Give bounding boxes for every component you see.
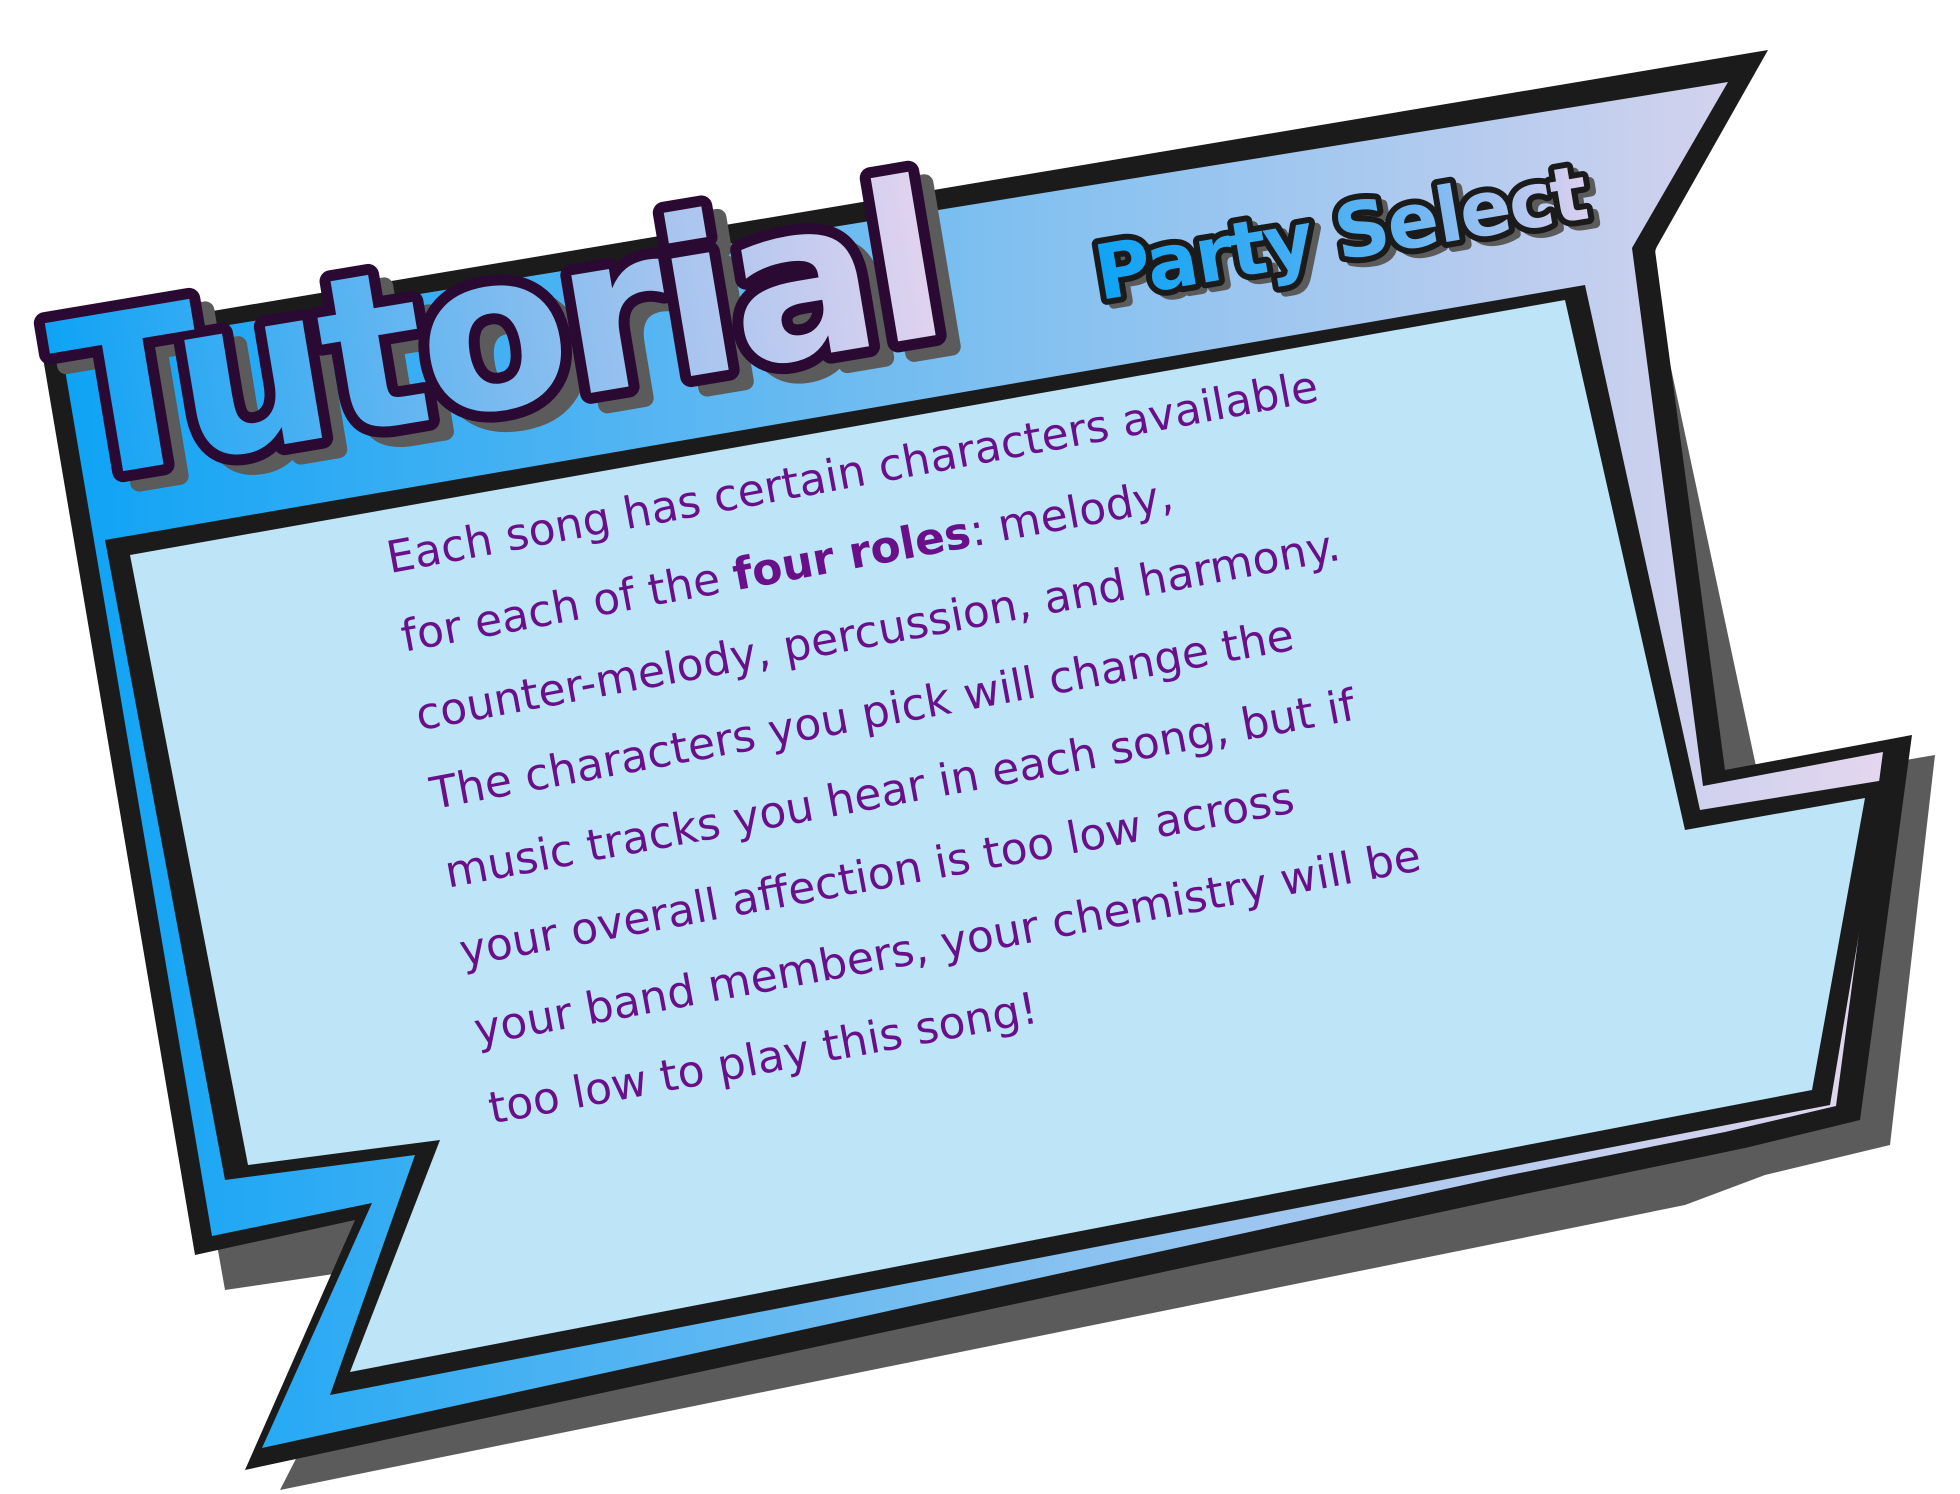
tutorial-dialog: Tutorial Tutorial Tutorial Party Select … bbox=[0, 0, 1960, 1494]
